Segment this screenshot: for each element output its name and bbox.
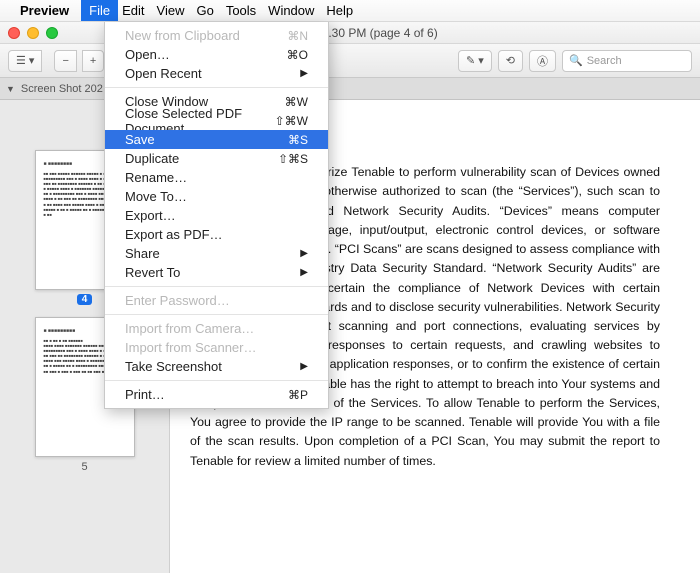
app-name[interactable]: Preview: [20, 3, 69, 18]
close-window-button[interactable]: [8, 27, 20, 39]
menu-item-label: Take Screenshot: [125, 359, 222, 374]
menu-item-label: Revert To: [125, 265, 180, 280]
search-field[interactable]: 🔍 Search: [562, 50, 692, 72]
file-menu-dropdown: New from Clipboard ⌘N Open… ⌘O Open Recent ▶ C…: [104, 22, 329, 409]
menu-item-close-selected-pdf-document[interactable]: Close Selected PDF Document⇧⌘W: [105, 111, 328, 130]
menu-item-label: Export as PDF…: [125, 227, 223, 242]
chevron-down-icon[interactable]: ▼: [6, 84, 15, 94]
menu-tools[interactable]: Tools: [226, 3, 256, 18]
menu-item-revert-to[interactable]: Revert To ▶: [105, 263, 328, 282]
zoom-out-button[interactable]: −: [54, 50, 76, 72]
menu-shortcut: ⌘W: [285, 95, 308, 109]
menu-item-label: Print…: [125, 387, 165, 402]
menu-shortcut: ⌘S: [288, 133, 308, 147]
menu-item-label: Save: [125, 132, 155, 147]
menu-item-import-from-camera: Import from Camera…: [105, 319, 328, 338]
rotate-button[interactable]: ⟲: [498, 50, 523, 72]
submenu-arrow-icon: ▶: [300, 361, 308, 372]
zoom-window-button[interactable]: [46, 27, 58, 39]
menu-item-rename[interactable]: Rename…: [105, 168, 328, 187]
menu-shortcut: ⌘N: [287, 29, 308, 43]
page-number-label: 5: [81, 461, 87, 473]
menu-item-label: Duplicate: [125, 151, 179, 166]
menu-item-share[interactable]: Share ▶: [105, 244, 328, 263]
menu-item-export[interactable]: Export…: [105, 206, 328, 225]
menubar: Preview File Edit View Go Tools Window H…: [0, 0, 700, 22]
menu-item-duplicate[interactable]: Duplicate ⇧⌘S: [105, 149, 328, 168]
page-badge: 4: [77, 294, 93, 305]
menu-help[interactable]: Help: [326, 3, 353, 18]
minimize-window-button[interactable]: [27, 27, 39, 39]
menu-item-open[interactable]: Open… ⌘O: [105, 45, 328, 64]
submenu-arrow-icon: ▶: [300, 248, 308, 259]
highlight-button[interactable]: ✎ ▾: [458, 50, 492, 72]
menu-item-new-from-clipboard: New from Clipboard ⌘N: [105, 26, 328, 45]
menu-edit[interactable]: Edit: [122, 3, 144, 18]
menu-item-print[interactable]: Print… ⌘P: [105, 385, 328, 404]
menu-item-label: Rename…: [125, 170, 187, 185]
menu-item-enter-password: Enter Password…: [105, 291, 328, 310]
menu-window[interactable]: Window: [268, 3, 314, 18]
search-icon: 🔍: [569, 54, 583, 67]
menu-item-save[interactable]: Save ⌘S: [105, 130, 328, 149]
menu-item-open-recent[interactable]: Open Recent ▶: [105, 64, 328, 83]
tab-title[interactable]: Screen Shot 202: [21, 83, 103, 95]
menu-shortcut: ⌘P: [288, 388, 308, 402]
sidebar-toggle-button[interactable]: ☰ ▾: [8, 50, 42, 72]
menu-item-import-from-scanner: Import from Scanner…: [105, 338, 328, 357]
markup-button[interactable]: Ⓐ: [529, 50, 556, 72]
zoom-in-button[interactable]: +: [82, 50, 104, 72]
submenu-arrow-icon: ▶: [300, 267, 308, 278]
menu-item-move-to[interactable]: Move To…: [105, 187, 328, 206]
menu-item-label: Open…: [125, 47, 170, 62]
menu-file[interactable]: File: [81, 0, 118, 21]
menu-item-label: Move To…: [125, 189, 187, 204]
menu-shortcut: ⇧⌘W: [275, 114, 308, 128]
menu-shortcut: ⇧⌘S: [278, 152, 308, 166]
menu-item-label: Import from Scanner…: [125, 340, 257, 355]
menu-item-label: Open Recent: [125, 66, 202, 81]
search-placeholder: Search: [587, 55, 622, 67]
menu-shortcut: ⌘O: [287, 48, 308, 62]
menu-item-label: Share: [125, 246, 160, 261]
menu-item-take-screenshot[interactable]: Take Screenshot ▶: [105, 357, 328, 376]
menu-item-label: New from Clipboard: [125, 28, 240, 43]
menu-view[interactable]: View: [157, 3, 185, 18]
menu-item-export-as-pdf[interactable]: Export as PDF…: [105, 225, 328, 244]
menu-item-label: Export…: [125, 208, 176, 223]
menu-item-label: Import from Camera…: [125, 321, 254, 336]
menu-go[interactable]: Go: [196, 3, 213, 18]
submenu-arrow-icon: ▶: [300, 68, 308, 79]
menu-item-label: Enter Password…: [125, 293, 230, 308]
